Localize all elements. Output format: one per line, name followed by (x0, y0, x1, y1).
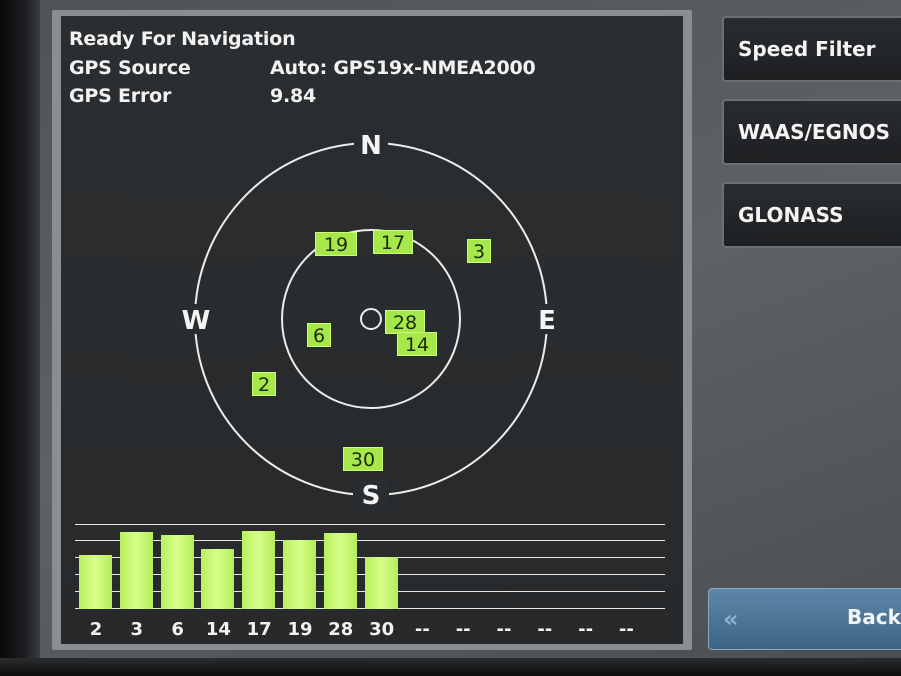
satellite-marker[interactable]: 14 (397, 332, 437, 356)
inner-elevation-ring (281, 229, 461, 409)
signal-strength-chart: 2 3 6 14 17 19 28 30 -- -- -- -- -- -- (75, 524, 665, 644)
signal-bar (242, 531, 276, 609)
glonass-button[interactable]: GLONASS (722, 182, 901, 248)
signal-bar-label: -- (537, 619, 553, 640)
satellite-marker[interactable]: 17 (373, 230, 413, 254)
signal-bar (201, 549, 235, 609)
waas-egnos-button[interactable]: WAAS/EGNOS (722, 99, 901, 165)
speed-filter-button[interactable]: Speed Filter (722, 16, 901, 82)
gps-status-screen: Ready For Navigation GPS Source Auto: GP… (61, 16, 683, 644)
signal-bar (364, 557, 398, 609)
signal-bar-label: -- (496, 619, 512, 640)
device-body: Ready For Navigation GPS Source Auto: GP… (0, 0, 901, 676)
signal-bar-label: 14 (205, 619, 231, 640)
satellite-marker[interactable]: 30 (343, 447, 383, 471)
signal-bar-label: 6 (171, 619, 184, 640)
double-chevron-left-icon: « (723, 605, 739, 633)
satellite-marker[interactable]: 2 (252, 372, 276, 396)
signal-bar-label: 28 (328, 619, 354, 640)
signal-bar (323, 533, 357, 609)
compass-east: E (538, 306, 556, 336)
bezel-bottom (0, 658, 901, 676)
signal-bar (79, 555, 112, 609)
signal-bar-label: 3 (130, 619, 144, 640)
signal-bar-label: -- (414, 619, 430, 640)
satellite-marker[interactable]: 3 (467, 239, 491, 263)
compass-west: W (182, 306, 211, 336)
compass-north: N (360, 131, 382, 161)
signal-bar-label: -- (618, 619, 634, 640)
satellite-skyplot: N S W E (175, 129, 564, 511)
zenith-marker (360, 308, 382, 330)
signal-bar-label: 2 (89, 619, 103, 640)
signal-bar-label: -- (578, 619, 594, 640)
chart-gridline (75, 524, 665, 525)
signal-bar (119, 532, 153, 609)
satellite-marker[interactable]: 19 (315, 232, 357, 256)
satellite-marker[interactable]: 28 (385, 310, 425, 334)
signal-bar-label: 19 (287, 619, 313, 640)
signal-bar (283, 540, 316, 609)
back-button-label: Back (847, 605, 901, 629)
signal-bar-label: 30 (369, 619, 395, 640)
satellite-marker[interactable]: 6 (307, 323, 331, 347)
signal-bar-label: 17 (246, 619, 272, 640)
back-button[interactable]: « Back (708, 588, 901, 650)
signal-bar-label: -- (455, 619, 471, 640)
bezel-left (0, 0, 40, 676)
compass-south: S (362, 481, 381, 511)
outer-elevation-ring (194, 142, 548, 496)
signal-bar (160, 535, 194, 609)
